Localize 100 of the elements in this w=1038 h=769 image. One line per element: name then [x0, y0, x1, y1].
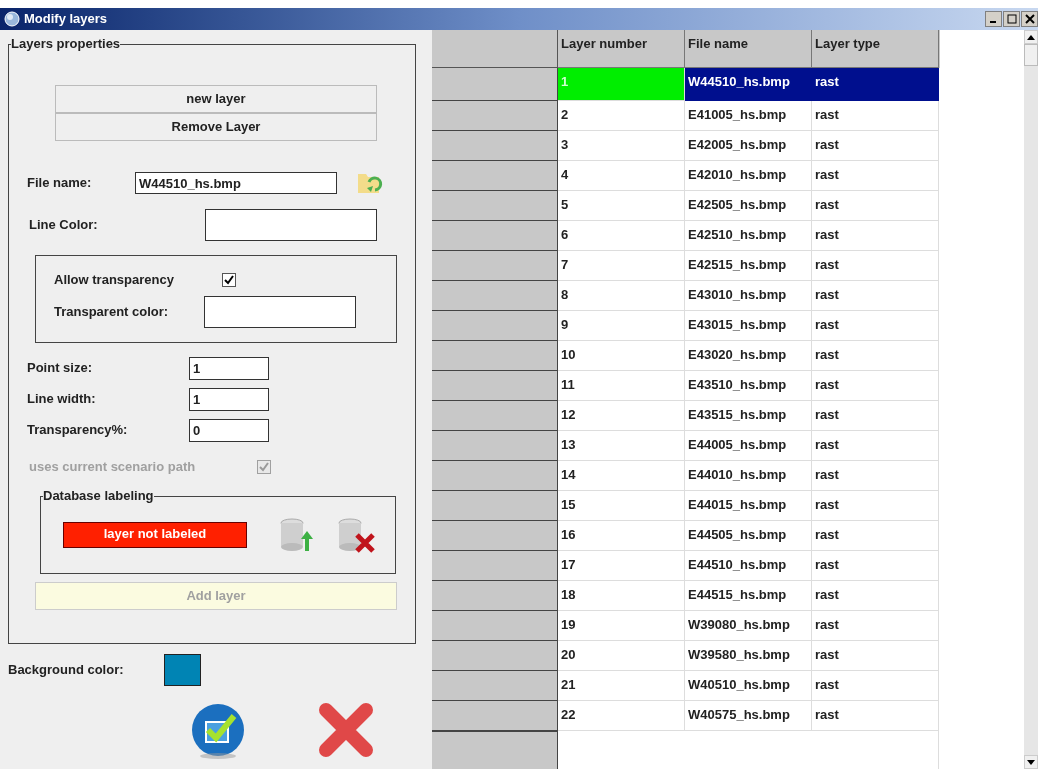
table-cell: E42005_hs.bmp [685, 131, 812, 161]
table-cell: 20 [558, 641, 685, 671]
table-cell: E44515_hs.bmp [685, 581, 812, 611]
table-row[interactable]: 17 E44510_hs.bmp rast [432, 551, 940, 581]
table-row[interactable]: 22 W40575_hs.bmp rast [432, 701, 940, 731]
row-header[interactable] [432, 68, 558, 101]
table-cell: E42515_hs.bmp [685, 251, 812, 281]
table-row[interactable]: 4 E42010_hs.bmp rast [432, 161, 940, 191]
table-cell: W39080_hs.bmp [685, 611, 812, 641]
input-field[interactable] [205, 209, 377, 241]
minimize-icon[interactable] [985, 11, 1002, 27]
table-cell: 4 [558, 161, 685, 191]
table-cell: rast [812, 281, 939, 311]
table-cell: W40575_hs.bmp [685, 701, 812, 731]
row-header[interactable] [432, 191, 558, 221]
row-header[interactable] [432, 671, 558, 701]
row-header[interactable] [432, 551, 558, 581]
row-header[interactable] [432, 461, 558, 491]
table-cell: rast [812, 671, 939, 701]
table-cell: rast [812, 191, 939, 221]
row-header[interactable] [432, 101, 558, 131]
table-row[interactable]: 6 E42510_hs.bmp rast [432, 221, 940, 251]
table-row[interactable]: 1 W44510_hs.bmp rast [432, 68, 940, 101]
scroll-down-icon[interactable] [1024, 755, 1038, 769]
scroll-up-icon[interactable] [1024, 30, 1038, 44]
table-cell: rast [812, 491, 939, 521]
table-row[interactable]: 16 E44505_hs.bmp rast [432, 521, 940, 551]
table-row[interactable]: 14 E44010_hs.bmp rast [432, 461, 940, 491]
row-header[interactable] [432, 311, 558, 341]
table-cell: rast [812, 431, 939, 461]
table-cell: 16 [558, 521, 685, 551]
table-cell: 14 [558, 461, 685, 491]
table-row[interactable]: 3 E42005_hs.bmp rast [432, 131, 940, 161]
table-cell: E43510_hs.bmp [685, 371, 812, 401]
row-header[interactable] [432, 581, 558, 611]
checkbox[interactable] [222, 273, 236, 287]
table-cell: 6 [558, 221, 685, 251]
row-header[interactable] [432, 731, 558, 769]
action-button[interactable]: new layer [55, 85, 377, 113]
table-row[interactable]: 13 E44005_hs.bmp rast [432, 431, 940, 461]
table-row[interactable]: 20 W39580_hs.bmp rast [432, 641, 940, 671]
table-cell: rast [812, 68, 939, 101]
table-cell: rast [812, 401, 939, 431]
row-header[interactable] [432, 611, 558, 641]
row-header[interactable] [432, 401, 558, 431]
field-label: Line Color: [29, 216, 99, 235]
row-header[interactable] [432, 131, 558, 161]
row-header[interactable] [432, 161, 558, 191]
table-cell: rast [812, 611, 939, 641]
table-row[interactable]: 12 E43515_hs.bmp rast [432, 401, 940, 431]
input-field[interactable]: 1 [189, 356, 269, 380]
table-row[interactable]: 5 E42505_hs.bmp rast [432, 191, 940, 221]
input-field[interactable]: W44510_hs.bmp [135, 172, 337, 194]
row-header[interactable] [432, 431, 558, 461]
table-row[interactable]: 7 E42515_hs.bmp rast [432, 251, 940, 281]
input-field[interactable]: 0 [189, 418, 269, 442]
table-cell: 8 [558, 281, 685, 311]
table-row[interactable]: 15 E44015_hs.bmp rast [432, 491, 940, 521]
scroll-thumb[interactable] [1024, 44, 1038, 66]
scrollbar[interactable] [1024, 30, 1038, 769]
table-cell: 12 [558, 401, 685, 431]
input-field[interactable]: 1 [189, 387, 269, 411]
table-row[interactable]: 11 E43510_hs.bmp rast [432, 371, 940, 401]
row-header[interactable] [432, 641, 558, 671]
row-header[interactable] [432, 521, 558, 551]
cancel-icon[interactable] [318, 702, 374, 758]
maximize-icon[interactable] [1003, 11, 1020, 27]
row-header[interactable] [432, 221, 558, 251]
table-row[interactable]: 10 E43020_hs.bmp rast [432, 341, 940, 371]
group-title: Layers properties [11, 36, 121, 52]
table-row[interactable]: 18 E44515_hs.bmp rast [432, 581, 940, 611]
table-row[interactable]: 8 E43010_hs.bmp rast [432, 281, 940, 311]
checkbox-label: uses current scenario path [29, 458, 197, 477]
row-header[interactable] [432, 251, 558, 281]
row-header[interactable] [432, 491, 558, 521]
input-field[interactable] [204, 296, 356, 328]
action-button[interactable]: Remove Layer [55, 113, 377, 141]
table-cell: rast [812, 221, 939, 251]
table-cell: rast [812, 101, 939, 131]
ok-icon[interactable] [190, 702, 246, 760]
close-icon[interactable] [1021, 11, 1038, 27]
table-cell: E44505_hs.bmp [685, 521, 812, 551]
table-cell: 18 [558, 581, 685, 611]
row-header[interactable] [432, 701, 558, 731]
row-header[interactable] [432, 281, 558, 311]
table-row[interactable]: 19 W39080_hs.bmp rast [432, 611, 940, 641]
table-row[interactable]: 21 W40510_hs.bmp rast [432, 671, 940, 701]
window-title: Modify layers [24, 10, 108, 29]
table-row[interactable]: 9 E43015_hs.bmp rast [432, 311, 940, 341]
row-header[interactable] [432, 371, 558, 401]
table-cell: W40510_hs.bmp [685, 671, 812, 701]
row-header[interactable] [432, 341, 558, 371]
table-cell: 1 [558, 68, 685, 101]
table-cell: E43020_hs.bmp [685, 341, 812, 371]
table-row[interactable]: 2 E41005_hs.bmp rast [432, 101, 940, 131]
database-delete-icon[interactable] [337, 517, 375, 553]
color-swatch[interactable] [164, 654, 201, 686]
table-cell: 5 [558, 191, 685, 221]
table-cell: rast [812, 521, 939, 551]
table-cell: E42010_hs.bmp [685, 161, 812, 191]
